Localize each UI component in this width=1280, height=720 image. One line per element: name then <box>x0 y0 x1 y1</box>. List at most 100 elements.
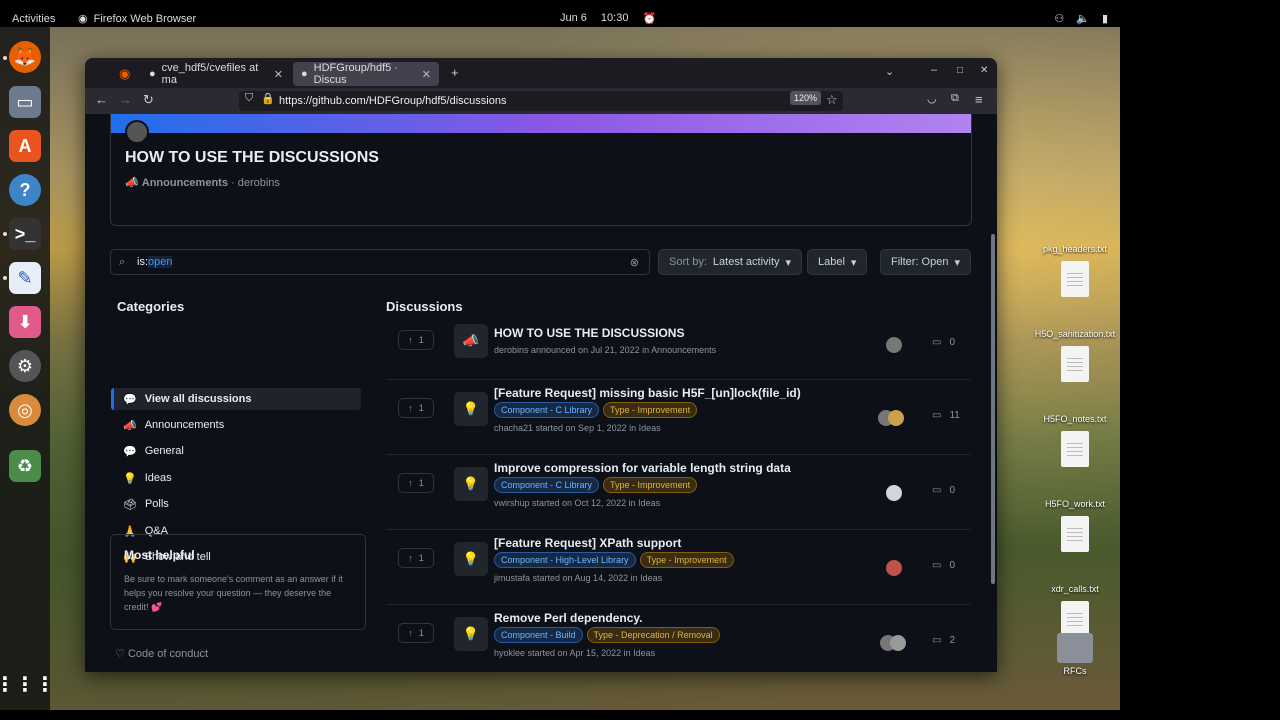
discussion-title[interactable]: [Feature Request] missing basic H5F_[un]… <box>494 386 801 400</box>
settings-dock-icon[interactable]: ⚙ <box>9 350 41 382</box>
label-badge[interactable]: Type - Improvement <box>639 552 734 568</box>
category-general[interactable]: 💬 General <box>111 440 361 462</box>
announcement-meta: 📣 Announcements · derobins <box>125 177 280 189</box>
maximize-icon[interactable]: □ <box>957 65 963 76</box>
label-badge[interactable]: Type - Improvement <box>603 402 698 418</box>
desktop-folder[interactable]: RFCs <box>1030 633 1120 676</box>
lightbulb-icon: 💡 <box>454 467 488 501</box>
comment-count[interactable]: ▭ 2 <box>932 635 955 646</box>
tab-discussions[interactable]: ● HDFGroup/hdf5 · Discus ✕ <box>293 62 439 86</box>
category-polls[interactable]: 🗳 Polls <box>111 493 361 515</box>
back-icon[interactable]: ← <box>95 92 108 107</box>
discussion-row[interactable]: ↑ 1 💡 Remove Perl dependency. Component -… <box>386 605 971 672</box>
files-dock-icon[interactable]: ▭ <box>9 86 41 118</box>
announcement-title[interactable]: HOW TO USE THE DISCUSSIONS <box>125 149 379 167</box>
label-button[interactable]: Label ▾ <box>807 249 868 275</box>
avatar[interactable] <box>886 560 902 576</box>
desktop-file[interactable]: pkg_headers.txt <box>1030 205 1120 297</box>
upvote-button[interactable]: ↑ 1 <box>398 623 434 643</box>
upvote-button[interactable]: ↑ 1 <box>398 548 434 568</box>
comment-count[interactable]: ▭ 11 <box>932 410 960 421</box>
trash-dock-icon[interactable]: ♻ <box>9 450 41 482</box>
category-view-all[interactable]: 💬 View all discussions <box>111 388 361 410</box>
avatar[interactable] <box>886 337 902 353</box>
comment-count[interactable]: ▭ 0 <box>932 560 955 571</box>
sort-button[interactable]: Sort by: Latest activity ▾ <box>658 249 803 275</box>
discussion-row[interactable]: ↑ 1 💡 Improve compression for variable le… <box>386 455 971 530</box>
help-dock-icon[interactable]: ? <box>9 174 41 206</box>
clock[interactable]: Jun 6 10:30 ⏰ <box>560 12 656 25</box>
discussion-title[interactable]: Remove Perl dependency. <box>494 611 643 625</box>
shield-icon[interactable]: ⛉ <box>245 92 253 105</box>
tab-cve-hdf5[interactable]: ● cve_hdf5/cvefiles at ma ✕ <box>141 62 291 86</box>
text-editor-dock-icon[interactable]: ✎ <box>9 262 41 294</box>
comment-count[interactable]: ▭ 0 <box>932 485 955 496</box>
reload-icon[interactable]: ↻ <box>143 92 154 108</box>
announcement-card[interactable]: HOW TO USE THE DISCUSSIONS 📣 Announcemen… <box>110 114 972 226</box>
discussion-row[interactable]: ↑ 1 💡 [Feature Request] missing basic H5F… <box>386 380 971 455</box>
arrow-up-icon: ↑ <box>408 628 413 638</box>
bookmark-star-icon[interactable]: ☆ <box>826 92 838 108</box>
discussion-title[interactable]: HOW TO USE THE DISCUSSIONS <box>494 326 684 340</box>
code-of-conduct-link[interactable]: ♡ Code of conduct <box>115 647 208 660</box>
activities-button[interactable]: Activities <box>12 13 55 25</box>
discussion-row[interactable]: ↑ 1 💡 [Feature Request] XPath support Com… <box>386 530 971 605</box>
avatar[interactable] <box>886 485 902 501</box>
upvote-button[interactable]: ↑ 1 <box>398 473 434 493</box>
label-badge[interactable]: Type - Deprecation / Removal <box>586 627 720 643</box>
installer-dock-icon[interactable]: ⬇ <box>9 306 41 338</box>
avatar[interactable] <box>125 120 149 144</box>
avatar[interactable] <box>890 635 906 651</box>
system-tray[interactable]: ⚇ 🔈 ▮ <box>1054 12 1108 25</box>
category-ideas[interactable]: 💡 Ideas <box>111 467 361 489</box>
close-tab-icon[interactable]: ✕ <box>422 68 431 81</box>
clear-search-icon[interactable]: ⊗ <box>630 256 639 269</box>
label-badge[interactable]: Type - Improvement <box>603 477 698 493</box>
desktop-file[interactable]: xdr_calls.txt <box>1030 545 1120 637</box>
lock-icon[interactable]: 🔒 <box>261 92 275 105</box>
filter-button[interactable]: Filter: Open ▾ <box>880 249 971 275</box>
label-badge[interactable]: Component - High-Level Library <box>494 552 636 568</box>
firefox-view-icon[interactable]: ◉ <box>119 66 130 82</box>
forward-icon[interactable]: → <box>119 92 132 107</box>
software-dock-icon[interactable]: A <box>9 130 41 162</box>
discussion-title[interactable]: [Feature Request] XPath support <box>494 536 681 550</box>
close-tab-icon[interactable]: ✕ <box>274 68 283 81</box>
terminal-dock-icon[interactable]: >_ <box>9 218 41 250</box>
most-helpful-heading: Most helpful <box>124 548 195 562</box>
desktop-file[interactable]: H5FO_notes.txt <box>1030 375 1120 467</box>
pocket-icon[interactable]: ◡ <box>927 92 937 105</box>
show-apps-icon[interactable]: ⋮⋮⋮ <box>0 668 55 700</box>
new-tab-icon[interactable]: + <box>451 65 459 80</box>
comment-count[interactable]: ▭ 0 <box>932 337 955 348</box>
search-input[interactable]: ⌕ is: open ⊗ <box>110 249 650 275</box>
announcement-category[interactable]: Announcements <box>142 177 228 189</box>
category-announcements[interactable]: 📣 Announcements <box>111 414 361 436</box>
lightbulb-icon: 💡 <box>123 472 137 485</box>
desktop-file[interactable]: H5FO_work.txt <box>1030 460 1120 552</box>
label-badge[interactable]: Component - C Library <box>494 477 600 493</box>
label-badge[interactable]: Component - Build <box>494 627 583 643</box>
extensions-icon[interactable]: ⧉ <box>951 92 959 105</box>
discussion-row[interactable]: ↑ 1 📣 HOW TO USE THE DISCUSSIONS derobins… <box>386 320 971 380</box>
discussion-title[interactable]: Improve compression for variable length … <box>494 461 791 475</box>
url-bar[interactable]: https://github.com/HDFGroup/hdf5/discuss… <box>239 91 843 111</box>
firefox-dock-icon[interactable]: 🦊 <box>9 41 41 73</box>
label-badge[interactable]: Component - C Library <box>494 402 600 418</box>
close-window-icon[interactable]: ✕ <box>980 65 988 76</box>
avatar[interactable] <box>888 410 904 426</box>
upvote-button[interactable]: ↑ 1 <box>398 398 434 418</box>
page-scrollbar[interactable] <box>991 234 995 584</box>
minimize-icon[interactable]: – <box>931 64 937 76</box>
upvote-button[interactable]: ↑ 1 <box>398 330 434 350</box>
app-dock-icon[interactable]: ◎ <box>9 394 41 426</box>
menu-icon[interactable]: ≡ <box>975 92 983 107</box>
desktop-file[interactable]: H5O_sanitization.txt <box>1030 290 1120 382</box>
alarm-icon: ⏰ <box>642 13 657 25</box>
list-tabs-icon[interactable]: ⌄ <box>885 65 894 78</box>
app-menu[interactable]: ◉ Firefox Web Browser <box>78 12 196 26</box>
lightbulb-icon: 💡 <box>454 617 488 651</box>
battery-icon: ▮ <box>1101 13 1108 25</box>
zoom-level[interactable]: 120% <box>790 91 822 105</box>
announcement-author[interactable]: derobins <box>238 177 280 189</box>
